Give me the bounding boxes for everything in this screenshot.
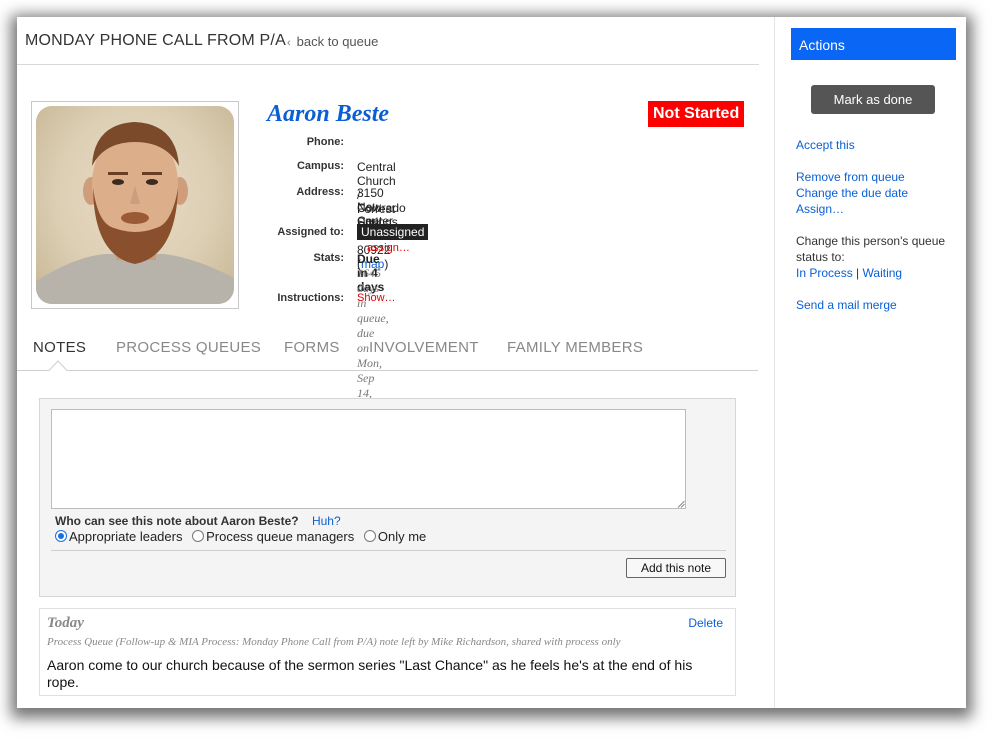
note-delete-link[interactable]: Delete <box>688 616 723 630</box>
page-title: MONDAY PHONE CALL FROM P/A <box>25 32 286 49</box>
huh-link[interactable]: Huh? <box>312 514 341 528</box>
assign-sidebar-link[interactable]: Assign… <box>796 202 844 216</box>
chevron-left-icon: ‹ <box>287 37 291 49</box>
remove-from-queue-link[interactable]: Remove from queue <box>796 170 905 184</box>
mark-as-done-button[interactable]: Mark as done <box>811 85 935 114</box>
note-form-divider <box>51 550 726 551</box>
send-mail-merge-link[interactable]: Send a mail merge <box>796 298 897 312</box>
address-label: Address: <box>296 186 344 198</box>
radio-appropriate-leaders-label[interactable]: Appropriate leaders <box>69 529 182 544</box>
note-item: Today Delete Process Queue (Follow-up & … <box>39 608 736 696</box>
assigned-to-value: Unassigned assign… <box>357 224 429 254</box>
radio-process-queue-managers-label[interactable]: Process queue managers <box>206 529 354 544</box>
visibility-options: Appropriate leaders Process queue manage… <box>53 529 426 544</box>
note-date: Today <box>47 615 84 631</box>
in-process-link[interactable]: In Process <box>796 266 853 280</box>
page-header: MONDAY PHONE CALL FROM P/A ‹ back to queu… <box>17 17 759 65</box>
note-form: Who can see this note about Aaron Beste?… <box>39 398 736 597</box>
stats-label: Stats: <box>313 252 344 264</box>
queue-status-text-2: status to: <box>796 250 845 264</box>
visibility-question-text: Who can see this note about Aaron Beste? <box>55 514 299 528</box>
actions-header: Actions <box>791 28 956 60</box>
campus-label: Campus: <box>296 160 344 172</box>
add-note-button[interactable]: Add this note <box>626 558 726 578</box>
person-portrait <box>36 122 234 304</box>
note-textarea[interactable] <box>51 409 686 509</box>
app-window: MONDAY PHONE CALL FROM P/A ‹ back to queu… <box>17 17 966 708</box>
tab-process-queues[interactable]: PROCESS QUEUES <box>116 339 261 356</box>
unassigned-badge: Unassigned <box>357 224 429 240</box>
back-to-queue-link[interactable]: ‹ back to queue <box>287 34 378 49</box>
visibility-question: Who can see this note about Aaron Beste?… <box>55 514 341 528</box>
person-name: Aaron Beste <box>267 101 390 127</box>
tab-notes[interactable]: NOTES <box>33 339 86 356</box>
radio-only-me-label[interactable]: Only me <box>378 529 426 544</box>
back-to-queue-label: back to queue <box>296 34 379 49</box>
radio-process-queue-managers[interactable] <box>192 530 205 542</box>
tab-family-members[interactable]: FAMILY MEMBERS <box>507 339 643 356</box>
queue-status-links: In Process | Waiting <box>796 266 902 280</box>
assigned-to-label: Assigned to: <box>277 226 344 238</box>
waiting-link[interactable]: Waiting <box>863 266 903 280</box>
queue-status-text-1: Change this person's queue <box>796 234 946 248</box>
tab-involvement[interactable]: INVOLVEMENT <box>369 339 479 356</box>
accept-this-link[interactable]: Accept this <box>796 138 855 152</box>
instructions-label: Instructions: <box>277 292 344 304</box>
radio-appropriate-leaders[interactable] <box>55 530 67 542</box>
instructions-show-link[interactable]: Show… <box>357 292 396 304</box>
actions-sidebar: Actions Mark as done Accept this Remove … <box>774 17 966 708</box>
note-meta: Process Queue (Follow-up & MIA Process: … <box>47 636 621 648</box>
tab-forms[interactable]: FORMS <box>284 339 340 356</box>
status-separator: | <box>856 266 860 280</box>
status-badge: Not Started <box>648 101 745 127</box>
tab-bar: NOTES PROCESS QUEUES FORMS INVOLVEMENT F… <box>17 335 758 371</box>
active-tab-pointer-icon <box>48 360 68 372</box>
note-body: Aaron come to our church because of the … <box>47 657 693 690</box>
profile-photo-frame <box>31 101 239 309</box>
phone-label: Phone: <box>306 136 344 148</box>
profile-photo <box>36 106 234 304</box>
change-due-date-link[interactable]: Change the due date <box>796 186 908 200</box>
radio-only-me[interactable] <box>363 530 376 542</box>
main-panel: MONDAY PHONE CALL FROM P/A ‹ back to queu… <box>17 17 775 708</box>
resize-grip-icon[interactable] <box>676 499 685 508</box>
